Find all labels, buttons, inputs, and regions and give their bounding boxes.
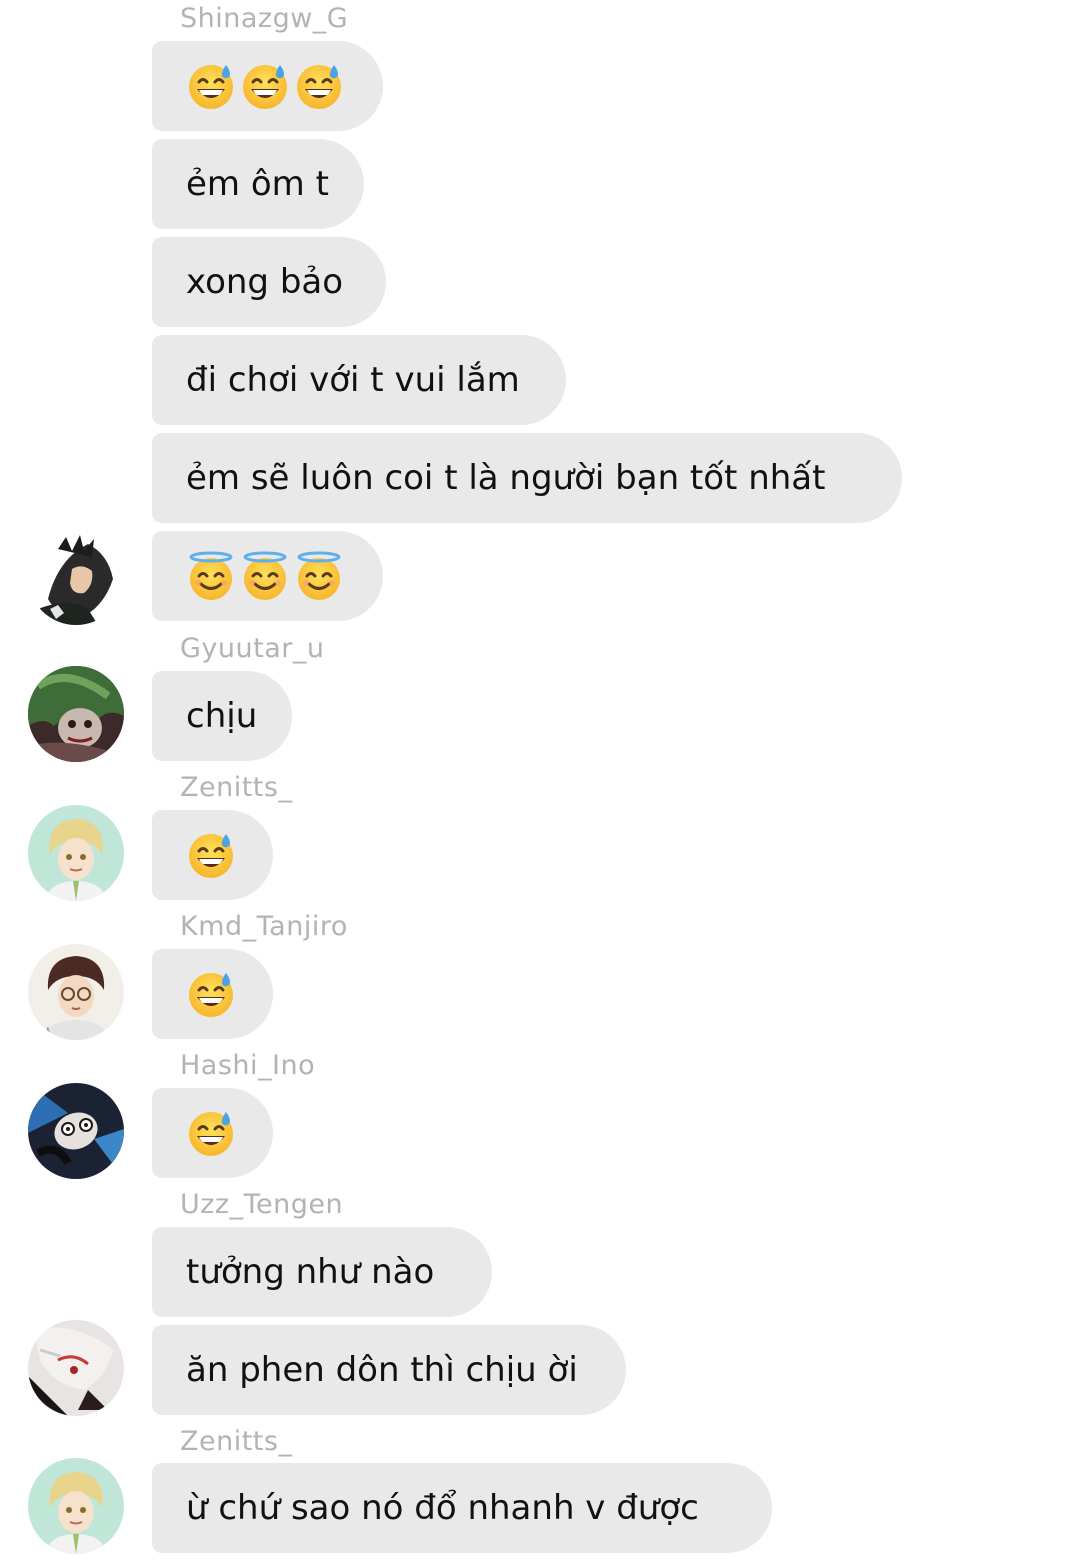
sender-name: Uzz_Tengen — [180, 1189, 344, 1220]
sender-name: Shinazgw_G — [180, 3, 349, 34]
grinning-sweat-emoji-icon — [186, 830, 236, 880]
sender-name: Zenitts_ — [180, 772, 293, 803]
sender-name: Hashi_Ino — [180, 1050, 316, 1081]
message-text: đi chơi với t vui lắm — [186, 360, 520, 400]
sender-name: Kmd_Tanjiro — [180, 911, 348, 942]
blue-character-avatar-icon[interactable] — [28, 1083, 124, 1179]
dark-hair-character-avatar-icon[interactable] — [28, 529, 124, 625]
green-hair-character-avatar-icon[interactable] — [28, 666, 124, 762]
halo-smile-emoji-icon — [240, 551, 290, 601]
message-text: chịu — [186, 696, 258, 736]
message-bubble[interactable]: ẻm sẽ luôn coi t là người bạn tốt nhất — [152, 433, 902, 523]
halo-smile-emoji-icon — [294, 551, 344, 601]
message-text: tưởng như nào — [186, 1252, 435, 1292]
sender-name: Zenitts_ — [180, 1426, 293, 1457]
message-bubble[interactable]: đi chơi với t vui lắm — [152, 335, 566, 425]
emoji-row — [186, 551, 344, 601]
message-text: ừ chứ sao nó đổ nhanh v được — [186, 1488, 699, 1528]
message-text: ẻm ôm t — [186, 164, 329, 204]
message-bubble[interactable]: ăn phen dôn thì chịu ời — [152, 1325, 626, 1415]
grinning-sweat-emoji-icon — [186, 1108, 236, 1158]
sender-name: Gyuutar_u — [180, 633, 325, 664]
message-bubble[interactable] — [152, 41, 383, 131]
blonde-character-avatar-icon[interactable] — [28, 1458, 124, 1554]
message-bubble[interactable] — [152, 1088, 273, 1178]
message-text: ẻm sẽ luôn coi t là người bạn tốt nhất — [186, 458, 826, 498]
grinning-sweat-emoji-icon — [186, 969, 236, 1019]
grinning-sweat-emoji-icon — [294, 61, 344, 111]
message-bubble[interactable]: xong bảo — [152, 237, 386, 327]
blonde-character-avatar-icon[interactable] — [28, 805, 124, 901]
message-bubble[interactable] — [152, 949, 273, 1039]
message-text: ăn phen dôn thì chịu ời — [186, 1350, 578, 1390]
white-hair-character-avatar-icon[interactable] — [28, 1320, 124, 1416]
message-bubble[interactable]: tưởng như nào — [152, 1227, 492, 1317]
message-bubble[interactable]: ừ chứ sao nó đổ nhanh v được — [152, 1463, 772, 1553]
message-bubble[interactable]: chịu — [152, 671, 292, 761]
emoji-row — [186, 61, 344, 111]
message-bubble[interactable] — [152, 531, 383, 621]
grinning-sweat-emoji-icon — [186, 61, 236, 111]
glasses-character-avatar-icon[interactable] — [28, 944, 124, 1040]
grinning-sweat-emoji-icon — [240, 61, 290, 111]
message-text: xong bảo — [186, 262, 344, 302]
message-bubble[interactable] — [152, 810, 273, 900]
halo-smile-emoji-icon — [186, 551, 236, 601]
message-bubble[interactable]: ẻm ôm t — [152, 139, 364, 229]
